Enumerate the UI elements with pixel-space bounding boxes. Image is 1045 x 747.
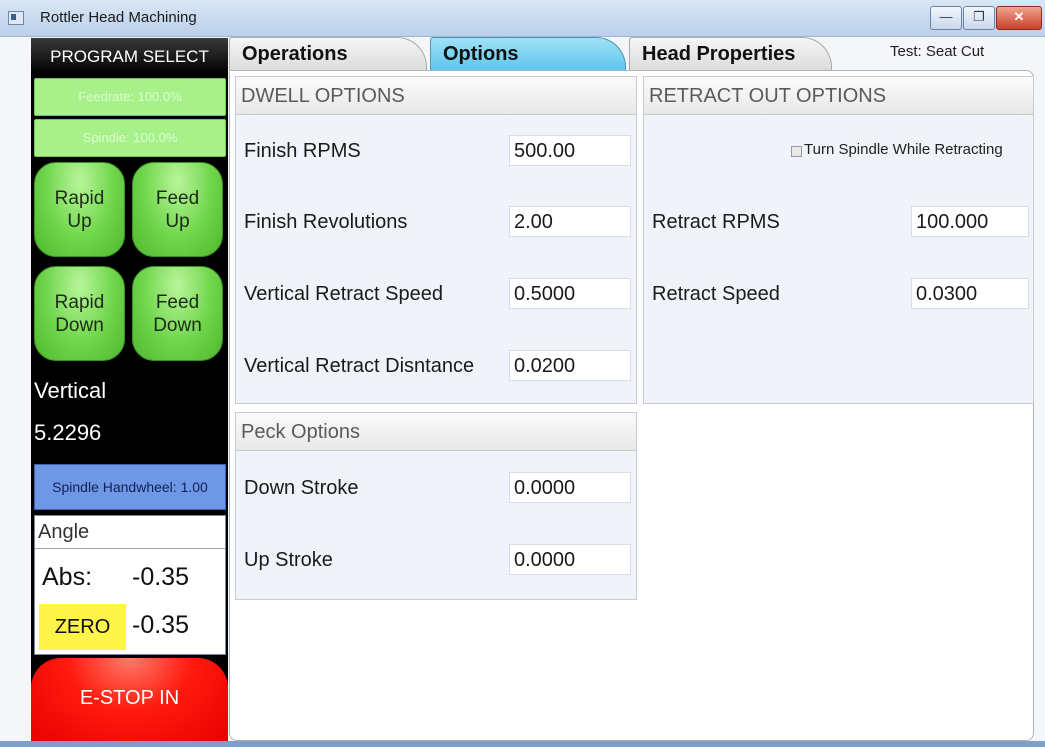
angle-panel: Angle Abs: -0.35 ZERO -0.35 (34, 515, 226, 655)
spindle-override[interactable]: Spindle: 100.0% (34, 119, 226, 157)
tab-head-properties[interactable]: Head Properties (629, 37, 832, 70)
restore-button[interactable]: ❐ (963, 6, 995, 30)
minimize-icon: — (939, 9, 953, 24)
rapid-down-button[interactable]: Rapid Down (34, 266, 125, 361)
retract-speed-input[interactable]: 0.0300 (911, 278, 1029, 309)
rapid-up-button[interactable]: Rapid Up (34, 162, 125, 257)
retract-out-options-header: RETRACT OUT OPTIONS (644, 77, 1033, 115)
finish-rpms-label: Finish RPMS (244, 140, 361, 162)
vertical-retract-speed-label: Vertical Retract Speed (244, 283, 443, 305)
minimize-button[interactable]: — (930, 6, 962, 30)
vertical-retract-speed-input[interactable]: 0.5000 (509, 278, 631, 309)
feedrate-override[interactable]: Feedrate: 100.0% (34, 78, 226, 116)
vertical-label: Vertical (34, 378, 107, 403)
finish-rpms-input[interactable]: 500.00 (509, 135, 631, 166)
vertical-value: 5.2296 (34, 420, 102, 445)
retract-rpms-input[interactable]: 100.000 (911, 206, 1029, 237)
finish-revolutions-input[interactable]: 2.00 (509, 206, 631, 237)
feed-down-button[interactable]: Feed Down (132, 266, 223, 361)
window-title: Rottler Head Machining (40, 9, 197, 26)
zero-value: -0.35 (132, 611, 189, 639)
test-label: Test: Seat Cut (890, 43, 985, 60)
retract-speed-label: Retract Speed (652, 283, 780, 305)
turn-spindle-label[interactable]: Turn Spindle While Retracting (804, 141, 1003, 158)
close-button[interactable]: ✕ (996, 6, 1042, 30)
estop-button[interactable]: E-STOP IN (31, 658, 228, 741)
app-icon (8, 11, 24, 25)
taskbar-edge (0, 741, 1045, 747)
feed-up-button[interactable]: Feed Up (132, 162, 223, 257)
up-stroke-label: Up Stroke (244, 549, 333, 571)
finish-revolutions-label: Finish Revolutions (244, 211, 408, 233)
peck-options-header: Peck Options (236, 413, 636, 451)
title-bar: Rottler Head Machining — ❐ ✕ (0, 0, 1045, 37)
spindle-handwheel-button[interactable]: Spindle Handwheel: 1.00 (34, 464, 226, 510)
abs-label: Abs: (42, 563, 93, 591)
vertical-retract-distance-input[interactable]: 0.0200 (509, 350, 631, 381)
vertical-retract-distance-label: Vertical Retract Disntance (244, 355, 475, 377)
dwell-options-header: DWELL OPTIONS (236, 77, 636, 115)
turn-spindle-checkbox[interactable] (791, 146, 802, 157)
tab-operations[interactable]: Operations (229, 37, 427, 70)
angle-header: Angle (35, 516, 225, 549)
down-stroke-input[interactable]: 0.0000 (509, 472, 631, 503)
abs-value: -0.35 (132, 563, 189, 591)
restore-icon: ❐ (973, 9, 985, 24)
tab-options[interactable]: Options (430, 37, 626, 70)
retract-rpms-label: Retract RPMS (652, 211, 780, 233)
zero-button[interactable]: ZERO (39, 604, 126, 650)
program-select-button[interactable]: PROGRAM SELECT (31, 38, 228, 74)
control-sidebar: PROGRAM SELECT Feedrate: 100.0% Spindle:… (31, 38, 228, 741)
up-stroke-input[interactable]: 0.0000 (509, 544, 631, 575)
close-icon: ✕ (1013, 9, 1025, 24)
down-stroke-label: Down Stroke (244, 477, 359, 499)
retract-out-options-panel: RETRACT OUT OPTIONS (643, 76, 1034, 404)
